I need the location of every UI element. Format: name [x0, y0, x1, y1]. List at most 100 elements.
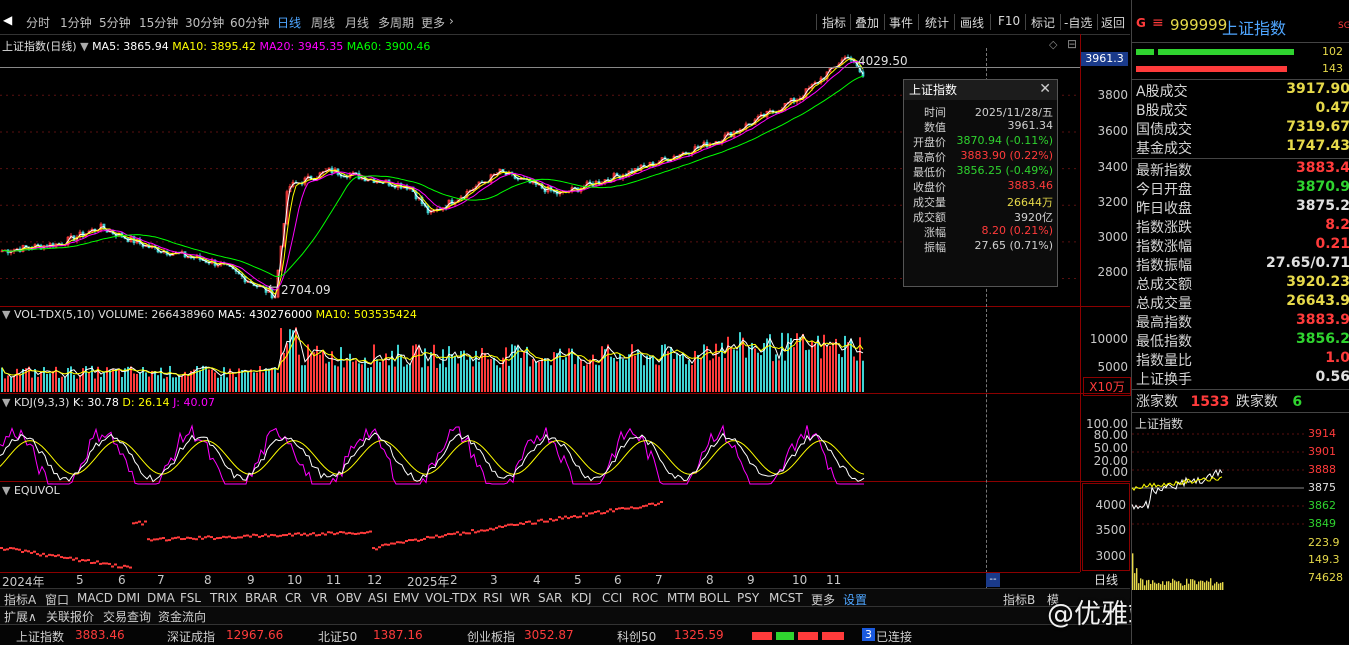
status-index-name[interactable]: 北证50 [318, 628, 357, 645]
tab-rsi[interactable]: RSI [483, 591, 503, 605]
pane-arrow-icon[interactable]: ▼ [2, 484, 10, 497]
period-tab-30min[interactable]: 30分钟 [185, 14, 224, 31]
tab-wr[interactable]: WR [510, 591, 530, 605]
equvol-bar [165, 539, 168, 542]
tab-brar[interactable]: BRAR [245, 591, 278, 605]
event-button[interactable]: 事件 [889, 14, 913, 31]
volume-chart[interactable] [0, 320, 1080, 392]
kdj-chart[interactable] [0, 408, 1080, 485]
tab-sar[interactable]: SAR [538, 591, 562, 605]
volume-bar [556, 353, 558, 392]
tab-macd[interactable]: MACD [77, 591, 113, 605]
equvol-bar [342, 531, 345, 534]
tab-boll[interactable]: BOLL [699, 591, 730, 605]
equvol-bar [402, 541, 405, 544]
tab-fsl[interactable]: FSL [180, 591, 201, 605]
mark-button[interactable]: 标记 [1031, 14, 1055, 31]
volume-bar [187, 376, 189, 392]
tab-vr[interactable]: VR [311, 591, 328, 605]
status-index-name[interactable]: 创业板指 [467, 628, 515, 645]
related-quotes-tab[interactable]: 关联报价 [46, 608, 94, 625]
equvol-bar [192, 537, 195, 540]
expand-button[interactable]: 扩展∧ [4, 608, 37, 625]
tab-vol-tdx[interactable]: VOL-TDX [425, 591, 477, 605]
tooltip-row: 涨幅 8.20 (0.21%) [924, 224, 1053, 239]
equvol-bar [144, 520, 147, 523]
tab-asi[interactable]: ASI [368, 591, 387, 605]
period-tab-daily[interactable]: 日线 [277, 14, 301, 31]
volume-bar [445, 367, 447, 392]
equvol-chart[interactable] [0, 492, 1080, 572]
trade-query-tab[interactable]: 交易查询 [103, 608, 151, 625]
volume-bar [37, 376, 39, 392]
tab-kdj[interactable]: KDJ [571, 591, 592, 605]
equvol-bar [591, 512, 594, 515]
toolbar-arrow-icon[interactable]: ◀ [3, 13, 12, 27]
overlay-button[interactable]: 叠加 [855, 14, 879, 31]
volume-bar [673, 358, 675, 392]
period-tab-60min[interactable]: 60分钟 [230, 14, 269, 31]
equvol-bar [654, 504, 657, 507]
tooltip-row: 成交额 3920亿 [913, 211, 1053, 224]
more-chevron-icon[interactable]: › [449, 14, 454, 28]
equvol-bar [483, 529, 486, 532]
volume-bar [76, 378, 78, 392]
period-tab-15min[interactable]: 15分钟 [139, 14, 178, 31]
mini-volume-bar [1192, 579, 1194, 590]
tab-cci[interactable]: CCI [602, 591, 622, 605]
equvol-bar [36, 553, 39, 556]
equvol-bar [612, 510, 615, 513]
volume-bar [472, 366, 474, 392]
vol-title: VOL-TDX(5,10) [13, 308, 95, 321]
tab-mcst[interactable]: MCST [769, 591, 803, 605]
fund-flow-tab[interactable]: 资金流向 [158, 608, 206, 625]
status-index-name[interactable]: 上证指数 [16, 628, 64, 645]
period-tab-1min[interactable]: 1分钟 [60, 14, 92, 31]
status-index-name[interactable]: 深证成指 [167, 628, 215, 645]
volume-bar [508, 365, 510, 392]
back-button[interactable]: 返回 [1101, 14, 1125, 31]
volume-bar [355, 360, 357, 392]
mini-volume-bar [1180, 583, 1182, 590]
volume-bar [595, 364, 597, 392]
tab-dma[interactable]: DMA [147, 591, 175, 605]
quote-row: A股成交 3917.90 [1136, 81, 1349, 100]
menu-icon[interactable]: ≡ [1152, 15, 1164, 31]
equvol-bar [174, 536, 177, 539]
period-tab-more[interactable]: 更多 [421, 14, 445, 31]
volume-bar [841, 357, 843, 392]
volume-bar [733, 349, 735, 392]
period-tab-multi[interactable]: 多周期 [378, 14, 414, 31]
pane-arrow-icon[interactable]: ▼ [2, 308, 10, 321]
close-icon[interactable]: ✕ [1039, 81, 1051, 97]
indicator-button[interactable]: 指标 [822, 14, 846, 31]
tab-trix[interactable]: TRIX [210, 591, 237, 605]
tab-emv[interactable]: EMV [393, 591, 419, 605]
period-tab-fenshi[interactable]: 分时 [26, 14, 50, 31]
tab-cr[interactable]: CR [285, 591, 302, 605]
toolbar-divider [918, 14, 919, 30]
add-watchlist-button[interactable]: -自选 [1064, 14, 1092, 31]
draw-line-button[interactable]: 画线 [960, 14, 984, 31]
period-tab-monthly[interactable]: 月线 [345, 14, 369, 31]
tab-obv[interactable]: OBV [336, 591, 362, 605]
stats-button[interactable]: 统计 [925, 14, 949, 31]
volume-bar [19, 374, 21, 392]
mini-volume-bar [1150, 583, 1152, 590]
tab-mtm[interactable]: MTM [667, 591, 695, 605]
period-tab-5min[interactable]: 5分钟 [99, 14, 131, 31]
tab-psy[interactable]: PSY [737, 591, 759, 605]
equvol-bar [525, 521, 528, 524]
status-index-name[interactable]: 科创50 [617, 628, 656, 645]
tab-dmi[interactable]: DMI [117, 591, 140, 605]
equvol-bar [417, 539, 420, 542]
tab-roc[interactable]: ROC [632, 591, 658, 605]
volume-bar [601, 346, 603, 392]
f10-button[interactable]: F10 [998, 14, 1020, 28]
volume-bar [115, 369, 117, 392]
volume-bar [571, 348, 573, 392]
market-breadth: 涨家数 1533 跌家数 6 [1136, 394, 1303, 410]
period-tab-weekly[interactable]: 周线 [311, 14, 335, 31]
equvol-bar [522, 522, 525, 525]
pane-arrow-icon[interactable]: ▼ [2, 396, 10, 409]
